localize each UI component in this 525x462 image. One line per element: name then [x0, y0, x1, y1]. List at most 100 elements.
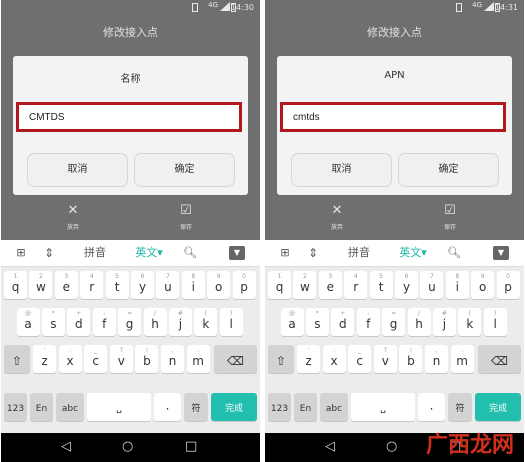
key-s[interactable]: * s — [305, 308, 329, 336]
action-bar: ✕ 放弃 ☑ 保存 — [1, 203, 260, 239]
symbol-key[interactable]: 符 — [448, 393, 472, 421]
key-t[interactable]: 5t — [369, 271, 393, 299]
key-p[interactable]: 0p — [232, 271, 256, 299]
name-input[interactable] — [29, 105, 229, 129]
discard-button[interactable]: ✕ 放弃 — [53, 203, 93, 231]
search-icon[interactable]: 🔍︎ — [442, 240, 466, 266]
key-j[interactable]: # j — [432, 308, 456, 336]
key-l[interactable]: ) l — [219, 308, 243, 336]
key-i[interactable]: 8i — [181, 271, 205, 299]
key-s[interactable]: * s — [41, 308, 65, 336]
key-f[interactable]: -f — [356, 308, 380, 336]
english-mode-button[interactable]: 英文▾ — [129, 240, 169, 266]
keyboard-hide-icon[interactable]: ▼ — [229, 246, 245, 260]
key-char: q — [275, 280, 284, 294]
ok-button[interactable]: 确定 — [134, 153, 235, 187]
key-z[interactable]: ' z — [297, 345, 320, 373]
key-char: g — [125, 317, 134, 331]
key-w[interactable]: 2w — [293, 271, 317, 299]
key-k[interactable]: (k — [194, 308, 218, 336]
key-i[interactable]: 8i — [445, 271, 469, 299]
key-m[interactable]: .m — [186, 345, 210, 373]
key-a[interactable]: @ a — [16, 308, 40, 336]
key-y[interactable]: 6y — [131, 271, 154, 299]
key-q[interactable]: 1q — [268, 271, 291, 299]
key-b[interactable]: ! b — [135, 345, 159, 373]
key-h[interactable]: / h — [143, 308, 167, 336]
save-button[interactable]: ☑ 保存 — [166, 203, 206, 231]
cancel-button[interactable]: 取消 — [27, 153, 128, 187]
key-x[interactable]: :x — [58, 345, 82, 373]
key-r[interactable]: 4r — [344, 271, 368, 299]
keyboard-hide-icon[interactable]: ▼ — [493, 246, 509, 260]
cursor-move-icon[interactable]: ⇕ — [305, 240, 321, 266]
grid-icon[interactable]: ⊞ — [13, 240, 29, 266]
key-d[interactable]: + d — [331, 308, 355, 336]
key-g[interactable]: = g — [118, 308, 142, 336]
key-n[interactable]: ,n — [161, 345, 184, 373]
lang-key[interactable]: En — [30, 393, 53, 421]
home-icon[interactable]: ○ — [386, 439, 397, 455]
key-p[interactable]: 0p — [496, 271, 520, 299]
symbol-key[interactable]: 符 — [184, 393, 208, 421]
key-g[interactable]: = g — [382, 308, 406, 336]
key-x[interactable]: :x — [322, 345, 346, 373]
cancel-button[interactable]: 取消 — [291, 153, 392, 187]
key-w[interactable]: 2w — [29, 271, 53, 299]
key-o[interactable]: 9o — [207, 271, 231, 299]
key-v[interactable]: ? v — [373, 345, 397, 373]
space-key[interactable]: ␣ — [87, 393, 151, 421]
dot-key[interactable]: · — [154, 393, 181, 421]
back-icon[interactable]: ◁ — [325, 439, 335, 455]
num-key[interactable]: 123 — [268, 393, 291, 421]
key-u[interactable]: 7u — [420, 271, 444, 299]
key-c[interactable]: _ c — [84, 345, 108, 373]
num-key[interactable]: 123 — [4, 393, 27, 421]
back-icon[interactable]: ◁ — [61, 439, 71, 455]
key-m[interactable]: .m — [450, 345, 474, 373]
done-key[interactable]: 完成 — [211, 393, 257, 421]
key-y[interactable]: 6y — [395, 271, 418, 299]
done-key[interactable]: 完成 — [475, 393, 521, 421]
space-key[interactable]: ␣ — [351, 393, 415, 421]
key-j[interactable]: # j — [168, 308, 192, 336]
save-button[interactable]: ☑ 保存 — [430, 203, 470, 231]
key-c[interactable]: _ c — [348, 345, 372, 373]
key-r[interactable]: 4r — [80, 271, 104, 299]
abc-key[interactable]: abc — [56, 393, 84, 421]
key-e[interactable]: 3e — [54, 271, 78, 299]
english-mode-button[interactable]: 英文▾ — [393, 240, 433, 266]
apn-input[interactable] — [293, 105, 493, 129]
key-a[interactable]: @ a — [280, 308, 304, 336]
discard-button[interactable]: ✕ 放弃 — [317, 203, 357, 231]
key-z[interactable]: ' z — [33, 345, 56, 373]
pinyin-mode-button[interactable]: 拼音 — [76, 240, 114, 266]
key-e[interactable]: 3e — [318, 271, 342, 299]
key-f[interactable]: -f — [92, 308, 116, 336]
key-t[interactable]: 5t — [105, 271, 129, 299]
shift-key[interactable]: ⇧ — [268, 345, 294, 373]
key-d[interactable]: + d — [67, 308, 91, 336]
home-icon[interactable]: ○ — [122, 439, 133, 455]
ok-button[interactable]: 确定 — [398, 153, 499, 187]
dot-key[interactable]: · — [418, 393, 445, 421]
key-b[interactable]: ! b — [399, 345, 423, 373]
key-q[interactable]: 1q — [4, 271, 27, 299]
key-o[interactable]: 9o — [471, 271, 495, 299]
lang-key[interactable]: En — [294, 393, 317, 421]
backspace-key[interactable]: ⌫ — [214, 345, 257, 373]
key-l[interactable]: ) l — [483, 308, 507, 336]
key-n[interactable]: ,n — [425, 345, 448, 373]
recent-apps-icon[interactable]: □ — [185, 439, 197, 455]
backspace-key[interactable]: ⌫ — [478, 345, 521, 373]
key-u[interactable]: 7u — [156, 271, 180, 299]
cursor-move-icon[interactable]: ⇕ — [41, 240, 57, 266]
search-icon[interactable]: 🔍︎ — [178, 240, 202, 266]
abc-key[interactable]: abc — [320, 393, 348, 421]
grid-icon[interactable]: ⊞ — [277, 240, 293, 266]
key-v[interactable]: ? v — [109, 345, 133, 373]
pinyin-mode-button[interactable]: 拼音 — [340, 240, 378, 266]
key-k[interactable]: (k — [458, 308, 482, 336]
shift-key[interactable]: ⇧ — [4, 345, 30, 373]
key-h[interactable]: / h — [407, 308, 431, 336]
